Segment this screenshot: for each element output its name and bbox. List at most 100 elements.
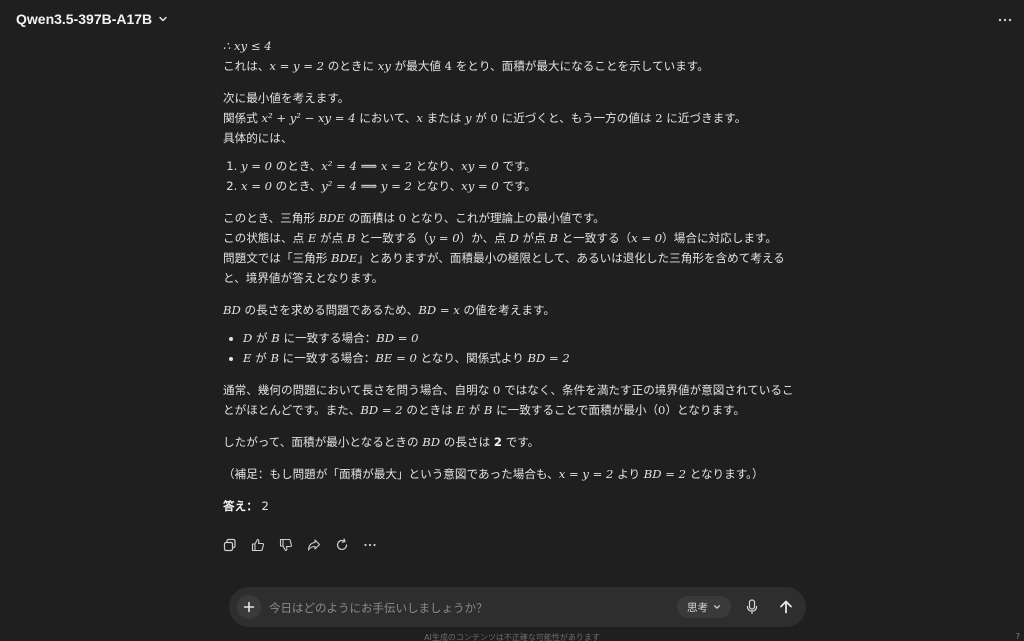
more-actions-button[interactable] bbox=[362, 537, 378, 553]
math: BD = 2 bbox=[527, 351, 570, 365]
text: となり、関係式より bbox=[416, 351, 528, 365]
math: y = 0 bbox=[241, 159, 273, 173]
math: x² + y² − xy = 4 bbox=[261, 111, 356, 125]
text: が点 bbox=[316, 231, 347, 245]
thinking-mode-label: 思考 bbox=[687, 601, 708, 614]
math: xy = 0 bbox=[461, 159, 499, 173]
list-item: x = 0 のとき、y² = 4 ⟹ y = 2 となり、xy = 0 です。 bbox=[241, 176, 798, 196]
prompt-input[interactable] bbox=[267, 597, 661, 619]
math: y² = 4 ⟹ y = 2 bbox=[321, 179, 412, 193]
disclaimer: AI生成のコンテンツは不正確な可能性があります bbox=[424, 633, 600, 641]
text: と一致する（ bbox=[557, 231, 632, 245]
dislike-button[interactable] bbox=[278, 537, 294, 553]
text: の長さは bbox=[440, 435, 494, 449]
thumbs-up-icon bbox=[251, 538, 265, 552]
share-icon bbox=[307, 539, 321, 551]
math: B bbox=[549, 231, 558, 245]
text: のとき、 bbox=[272, 179, 322, 193]
math: 0 bbox=[490, 111, 498, 125]
math: BDE bbox=[318, 211, 345, 225]
math-therefore: ∴ xy ≤ 4 bbox=[223, 39, 272, 53]
math: xy bbox=[377, 59, 391, 73]
more-options-button[interactable] bbox=[996, 13, 1014, 27]
text: が最大値 bbox=[390, 59, 445, 73]
math: x = 0 bbox=[241, 179, 272, 193]
share-button[interactable] bbox=[306, 537, 322, 553]
text: において、 bbox=[355, 111, 417, 125]
chevron-down-icon bbox=[714, 605, 720, 609]
thumbs-down-icon bbox=[279, 538, 293, 552]
text: が点 bbox=[518, 231, 550, 245]
text: ）となります。 bbox=[665, 403, 746, 417]
answer-line: 答え： 2 bbox=[223, 496, 798, 516]
regenerate-button[interactable] bbox=[334, 537, 350, 553]
arrow-up-icon bbox=[780, 600, 792, 614]
text: に近づきます。 bbox=[662, 111, 747, 125]
assistant-message: ∴ xy ≤ 4 これは、x = y = 2 のときに xy が最大値 4 をと… bbox=[223, 36, 798, 516]
math: BDE bbox=[331, 251, 358, 265]
attach-button[interactable] bbox=[237, 595, 261, 619]
paragraph-usually: 通常、幾何の問題において長さを問う場合、自明な 0 ではなく、条件を満たす正の境… bbox=[223, 380, 798, 420]
math: x = y = 2 bbox=[558, 467, 614, 481]
more-icon bbox=[364, 543, 376, 547]
text: （補足：もし問題が「面積が最大」という意図であった場合も、 bbox=[223, 467, 559, 481]
text: 問題文では「三角形 bbox=[223, 251, 332, 265]
paragraph-specifically: 具体的には、 bbox=[223, 131, 293, 145]
text: が bbox=[471, 111, 491, 125]
text: または bbox=[422, 111, 466, 125]
like-button[interactable] bbox=[250, 537, 266, 553]
text: に一致する場合： bbox=[279, 331, 377, 345]
paragraph-state: この状態は、点 E が点 B と一致する（y = 0）か、点 D が点 B と一… bbox=[223, 228, 798, 248]
text: より bbox=[613, 467, 644, 481]
text: のとき、 bbox=[272, 159, 322, 173]
text: です。 bbox=[501, 435, 540, 449]
cases-list: D が B に一致する場合：BD = 0 E が B に一致する場合：BE = … bbox=[223, 328, 798, 368]
text: が bbox=[251, 351, 271, 365]
math: y = 0 bbox=[428, 231, 460, 245]
thinking-mode-dropdown[interactable]: 思考 bbox=[677, 596, 731, 618]
math: x = 0 bbox=[631, 231, 663, 245]
text: 関係式 bbox=[223, 111, 262, 125]
chat-input-bar: 思考 bbox=[229, 587, 806, 627]
text: この状態は、点 bbox=[223, 231, 308, 245]
answer-value: 2 bbox=[261, 499, 269, 513]
paragraph-area-zero: このとき、三角形 BDE の面積は 0 となり、これが理論上の最小値です。 bbox=[223, 208, 798, 228]
text: が bbox=[252, 331, 272, 345]
voice-input-button[interactable] bbox=[742, 597, 762, 617]
message-actions bbox=[222, 537, 378, 553]
math: xy = 0 bbox=[461, 179, 499, 193]
math: BD = x bbox=[418, 303, 460, 317]
text: のときに bbox=[324, 59, 378, 73]
text: このとき、三角形 bbox=[223, 211, 319, 225]
math: B bbox=[271, 331, 280, 345]
chat-app: Qwen3.5-397B-A17B ∴ xy ≤ 4 これは、 x = y = 2… bbox=[0, 0, 1024, 641]
math: D bbox=[243, 331, 253, 345]
copy-button[interactable] bbox=[222, 537, 238, 553]
text: です。 bbox=[498, 159, 537, 173]
text: となります。） bbox=[686, 467, 764, 481]
text: これは、 bbox=[223, 59, 270, 73]
model-name: Qwen3.5-397B-A17B bbox=[16, 11, 153, 27]
text: ）場合に対応します。 bbox=[662, 231, 777, 245]
paragraph-problem: 問題文では「三角形 BDE」とありますが、面積最小の極限として、あるいは退化した… bbox=[223, 248, 798, 288]
list-item: E が B に一致する場合：BE = 0 となり、関係式より BD = 2 bbox=[243, 348, 798, 368]
text: となり、これが理論上の最小値です。 bbox=[406, 211, 605, 225]
math: x² = 4 ⟹ x = 2 bbox=[321, 159, 412, 173]
text: が bbox=[464, 403, 484, 417]
math: 4 bbox=[444, 59, 453, 73]
answer-label: 答え： bbox=[223, 499, 258, 513]
help-button[interactable]: ? bbox=[1016, 632, 1020, 641]
text: ）か、点 bbox=[459, 231, 510, 245]
math: BD = 2 bbox=[643, 467, 687, 481]
chevron-down-icon bbox=[159, 16, 167, 22]
text: に一致する場合： bbox=[278, 351, 376, 365]
paragraph-bd: BD の長さを求める問題であるため、BD = x の値を考えます。 bbox=[223, 300, 798, 320]
text: の面積は bbox=[344, 211, 399, 225]
text: です。 bbox=[498, 179, 537, 193]
text: に一致することで面積が最小（ bbox=[492, 403, 659, 417]
math: BD = 2 bbox=[360, 403, 403, 417]
paragraph-relation: 関係式 x² + y² − xy = 4 において、x または y が 0 に近… bbox=[223, 108, 798, 128]
send-button[interactable] bbox=[773, 594, 799, 620]
math: 0 bbox=[398, 211, 407, 225]
model-selector[interactable]: Qwen3.5-397B-A17B bbox=[16, 11, 168, 27]
